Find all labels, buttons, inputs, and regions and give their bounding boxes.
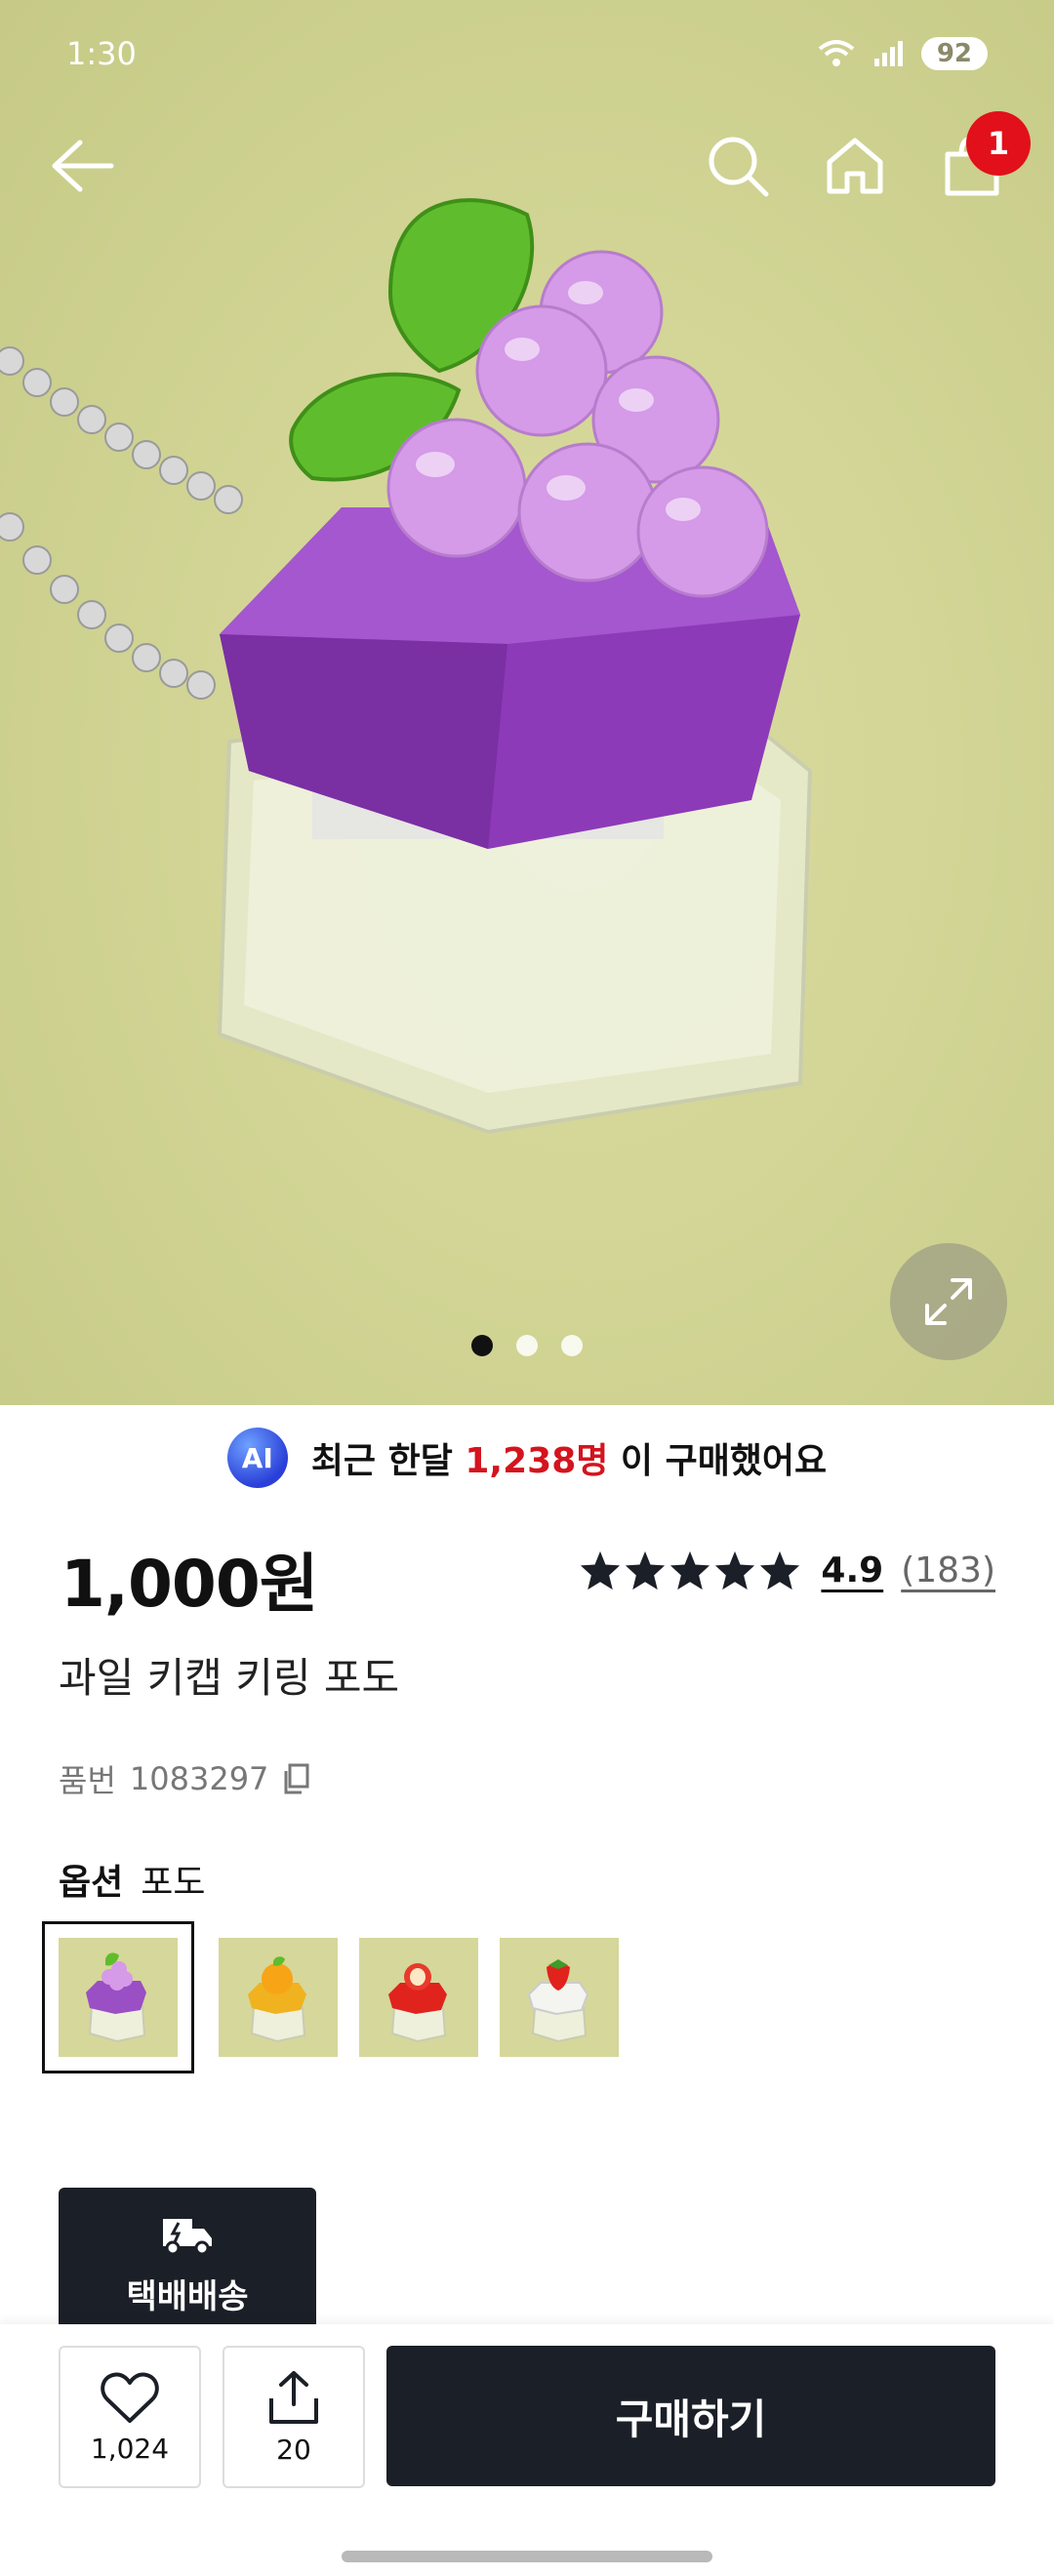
product-rating[interactable]: 4.9 (183): [579, 1550, 995, 1590]
gallery-dot[interactable]: [561, 1335, 583, 1356]
review-count[interactable]: (183): [901, 1550, 995, 1590]
cart-button[interactable]: 1: [933, 111, 1031, 205]
home-button[interactable]: [816, 127, 894, 205]
grape-keycap-image: [86, 1952, 146, 2043]
option-thumbnails: [42, 1921, 619, 2073]
home-indicator[interactable]: [342, 2551, 712, 2562]
like-button[interactable]: 1,024: [59, 2346, 201, 2488]
gallery-dot[interactable]: [471, 1335, 493, 1356]
star-icon: [715, 1550, 755, 1590]
strawberry-keycap-image: [527, 1959, 589, 2043]
delivery-truck-icon: [163, 2219, 212, 2256]
search-icon: [709, 137, 769, 197]
status-time: 1:30: [66, 35, 137, 72]
share-icon: [269, 2370, 318, 2424]
gallery-dot[interactable]: [516, 1335, 538, 1356]
ai-banner-suffix: 이 구매했어요: [620, 1441, 828, 1481]
rating-value[interactable]: 4.9: [821, 1550, 883, 1590]
gallery-pagination: [0, 1335, 1054, 1356]
expand-icon: [925, 1278, 972, 1325]
arrow-left-icon: [52, 140, 114, 192]
option-thumb-orange[interactable]: [219, 1938, 338, 2057]
star-icon: [670, 1550, 710, 1590]
battery-indicator: 92: [920, 37, 988, 70]
ai-badge: AI: [226, 1428, 288, 1488]
wifi-icon: [818, 40, 855, 66]
bottom-action-bar: 1,024 20 구매하기: [0, 2324, 1054, 2576]
share-button[interactable]: 20: [223, 2346, 365, 2488]
sku-value: 1083297: [129, 1760, 269, 1797]
rating-stars: [579, 1550, 801, 1590]
option-label: 옵션: [59, 1863, 124, 1903]
option-thumb-grape[interactable]: [42, 1921, 194, 2073]
option-header: 옵션 포도: [59, 1854, 206, 1905]
sku-label: 품번: [59, 1762, 116, 1799]
ai-purchase-banner: AI 최근 한달 1,238명 이 구매했어요: [0, 1425, 1054, 1491]
heart-icon: [101, 2372, 159, 2423]
ai-banner-prefix: 최근 한달: [310, 1441, 453, 1481]
star-icon: [760, 1550, 800, 1590]
search-button[interactable]: [699, 127, 777, 205]
status-bar: 1:30 92: [0, 0, 1054, 107]
top-navigation: 1: [0, 111, 1054, 224]
status-icons: 92: [818, 37, 988, 70]
star-icon: [581, 1550, 621, 1590]
share-count: 20: [276, 2433, 311, 2466]
copy-icon[interactable]: [282, 1763, 309, 1794]
ai-banner-count: 1,238명: [465, 1441, 609, 1481]
delivery-type-card[interactable]: 택배배송: [59, 2188, 316, 2334]
option-selected-value: 포도: [141, 1863, 206, 1903]
product-title: 과일 키캡 키링 포도: [59, 1654, 400, 1702]
home-icon: [827, 138, 883, 194]
orange-keycap-image: [248, 1956, 306, 2043]
back-button[interactable]: [43, 127, 121, 205]
product-image-gallery[interactable]: 1:30 92 1: [0, 0, 1054, 1405]
delivery-label: 택배배송: [126, 2277, 249, 2316]
cart-count-badge: 1: [966, 111, 1031, 176]
product-price: 1,000원: [61, 1547, 318, 1622]
like-count: 1,024: [90, 2432, 170, 2465]
option-thumb-apple[interactable]: [359, 1938, 478, 2057]
buy-button[interactable]: 구매하기: [386, 2346, 995, 2486]
signal-icon: [873, 41, 903, 66]
option-thumb-strawberry[interactable]: [500, 1938, 619, 2057]
star-icon: [626, 1550, 666, 1590]
apple-keycap-image: [388, 1963, 447, 2043]
product-sku: 품번 1083297: [59, 1756, 309, 1801]
